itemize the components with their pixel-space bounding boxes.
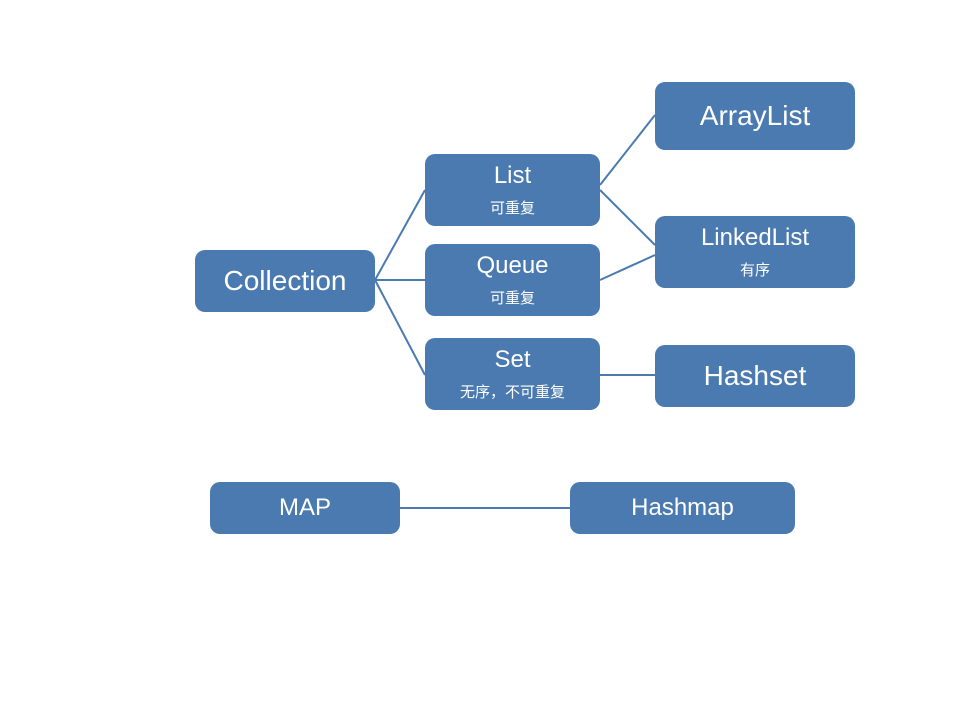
node-hashset-title: Hashset (704, 359, 807, 393)
node-queue-title: Queue (476, 252, 548, 281)
node-hashmap-title: Hashmap (631, 494, 734, 523)
node-collection: Collection (195, 250, 375, 312)
node-hashmap: Hashmap (570, 482, 795, 534)
node-set: Set 无序，不可重复 (425, 338, 600, 410)
node-arraylist: ArrayList (655, 82, 855, 150)
node-linkedlist: LinkedList 有序 (655, 216, 855, 288)
node-list-title: List (494, 162, 531, 191)
node-queue-sub: 可重复 (490, 287, 535, 308)
node-list: List 可重复 (425, 154, 600, 226)
node-arraylist-title: ArrayList (700, 99, 810, 133)
node-queue: Queue 可重复 (425, 244, 600, 316)
node-set-sub: 无序，不可重复 (460, 381, 565, 402)
node-map: MAP (210, 482, 400, 534)
node-hashset: Hashset (655, 345, 855, 407)
node-collection-title: Collection (224, 264, 347, 298)
node-linkedlist-sub: 有序 (740, 259, 770, 280)
node-linkedlist-title: LinkedList (701, 224, 809, 253)
node-list-sub: 可重复 (490, 197, 535, 218)
node-set-title: Set (494, 346, 530, 375)
node-map-title: MAP (279, 494, 331, 523)
